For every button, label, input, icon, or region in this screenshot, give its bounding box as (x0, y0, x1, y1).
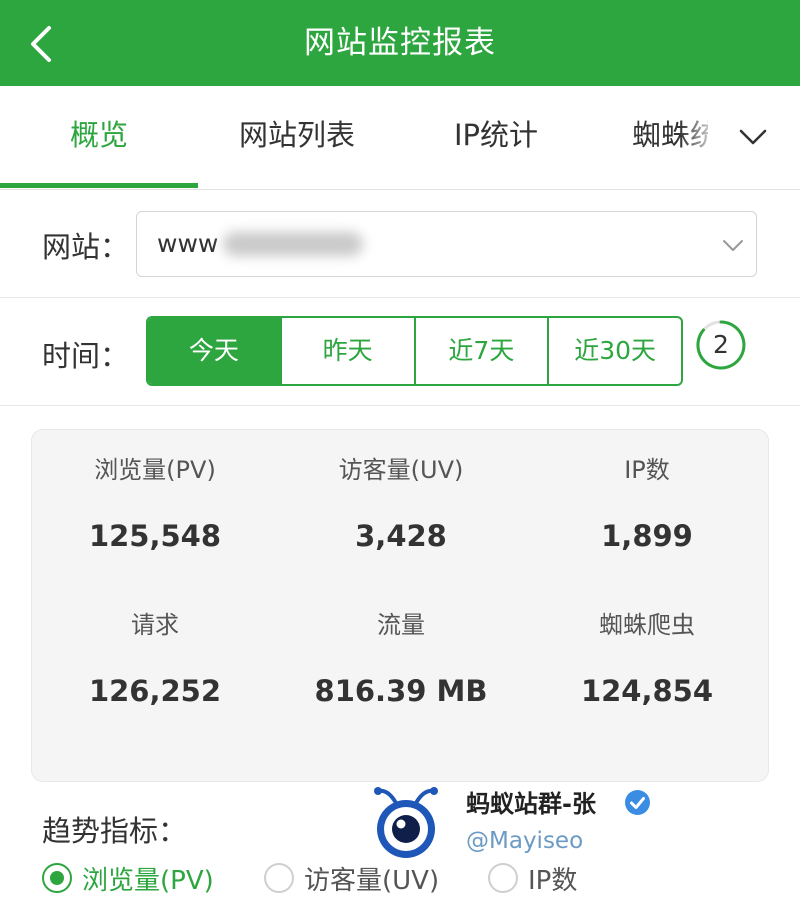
range-30-days[interactable]: 近30天 (547, 318, 681, 384)
radio-uv[interactable]: 访客量(UV) (264, 858, 439, 898)
refresh-countdown: 2 (713, 330, 729, 359)
ant-logo-icon (374, 787, 438, 858)
stat-ip: IP数 1,899 (524, 450, 770, 556)
trend-label: 趋势指标： (42, 814, 188, 848)
header-bar: 网站监控报表 (0, 0, 800, 86)
divider (0, 405, 800, 406)
stat-label: IP数 (624, 456, 670, 484)
stat-label: 蜘蛛爬虫 (599, 611, 695, 639)
stat-label: 请求 (131, 611, 179, 639)
radio-unchecked-icon (264, 863, 294, 893)
radio-label: IP数 (528, 865, 578, 896)
stat-value: 124,854 (580, 674, 714, 708)
stat-label: 流量 (377, 611, 425, 639)
watermark-handle: @Mayiseo (466, 828, 584, 854)
stat-value: 126,252 (88, 674, 222, 708)
divider (0, 297, 800, 298)
tab-overview[interactable]: 概览 (0, 86, 198, 188)
redacted-domain (223, 232, 363, 256)
radio-label: 浏览量(PV) (82, 865, 214, 896)
stats-card: 浏览量(PV) 125,548 访客量(UV) 3,428 IP数 1,899 … (31, 429, 769, 782)
time-label: 时间： (42, 339, 130, 373)
site-select-value: www (157, 229, 219, 258)
tab-ip-stats[interactable]: IP统计 (396, 86, 596, 188)
range-7-days[interactable]: 近7天 (413, 318, 548, 384)
stat-uv: 访客量(UV) 3,428 (278, 450, 524, 556)
stat-spiders: 蜘蛛爬虫 124,854 (524, 605, 770, 711)
range-yesterday[interactable]: 昨天 (279, 318, 414, 384)
stat-pv: 浏览量(PV) 125,548 (32, 450, 278, 556)
stat-value: 1,899 (601, 519, 693, 553)
page-title: 网站监控报表 (304, 25, 496, 61)
time-range-selector: 今天 昨天 近7天 近30天 (146, 316, 683, 386)
site-select[interactable]: www (136, 211, 757, 277)
stat-value: 125,548 (88, 519, 222, 553)
watermark-name: 蚂蚁站群-张 (466, 790, 596, 818)
radio-unchecked-icon (488, 863, 518, 893)
chevron-down-icon[interactable] (736, 120, 770, 154)
radio-ip[interactable]: IP数 (488, 858, 577, 898)
tab-site-list[interactable]: 网站列表 (198, 86, 396, 188)
radio-label: 访客量(UV) (304, 865, 440, 896)
stat-value: 3,428 (355, 519, 447, 553)
stat-label: 访客量(UV) (338, 456, 464, 484)
site-label: 网站： (42, 230, 130, 264)
stat-requests: 请求 126,252 (32, 605, 278, 711)
active-tab-indicator (0, 183, 198, 188)
stat-value: 816.39 MB (314, 674, 488, 708)
stat-traffic: 流量 816.39 MB (278, 605, 524, 711)
tabs-fade (680, 86, 720, 186)
verified-badge-icon (625, 790, 650, 815)
radio-pv[interactable]: 浏览量(PV) (42, 858, 214, 898)
stat-label: 浏览量(PV) (94, 456, 216, 484)
radio-checked-icon (42, 863, 72, 893)
range-today[interactable]: 今天 (148, 318, 280, 384)
chevron-down-icon (723, 240, 743, 251)
